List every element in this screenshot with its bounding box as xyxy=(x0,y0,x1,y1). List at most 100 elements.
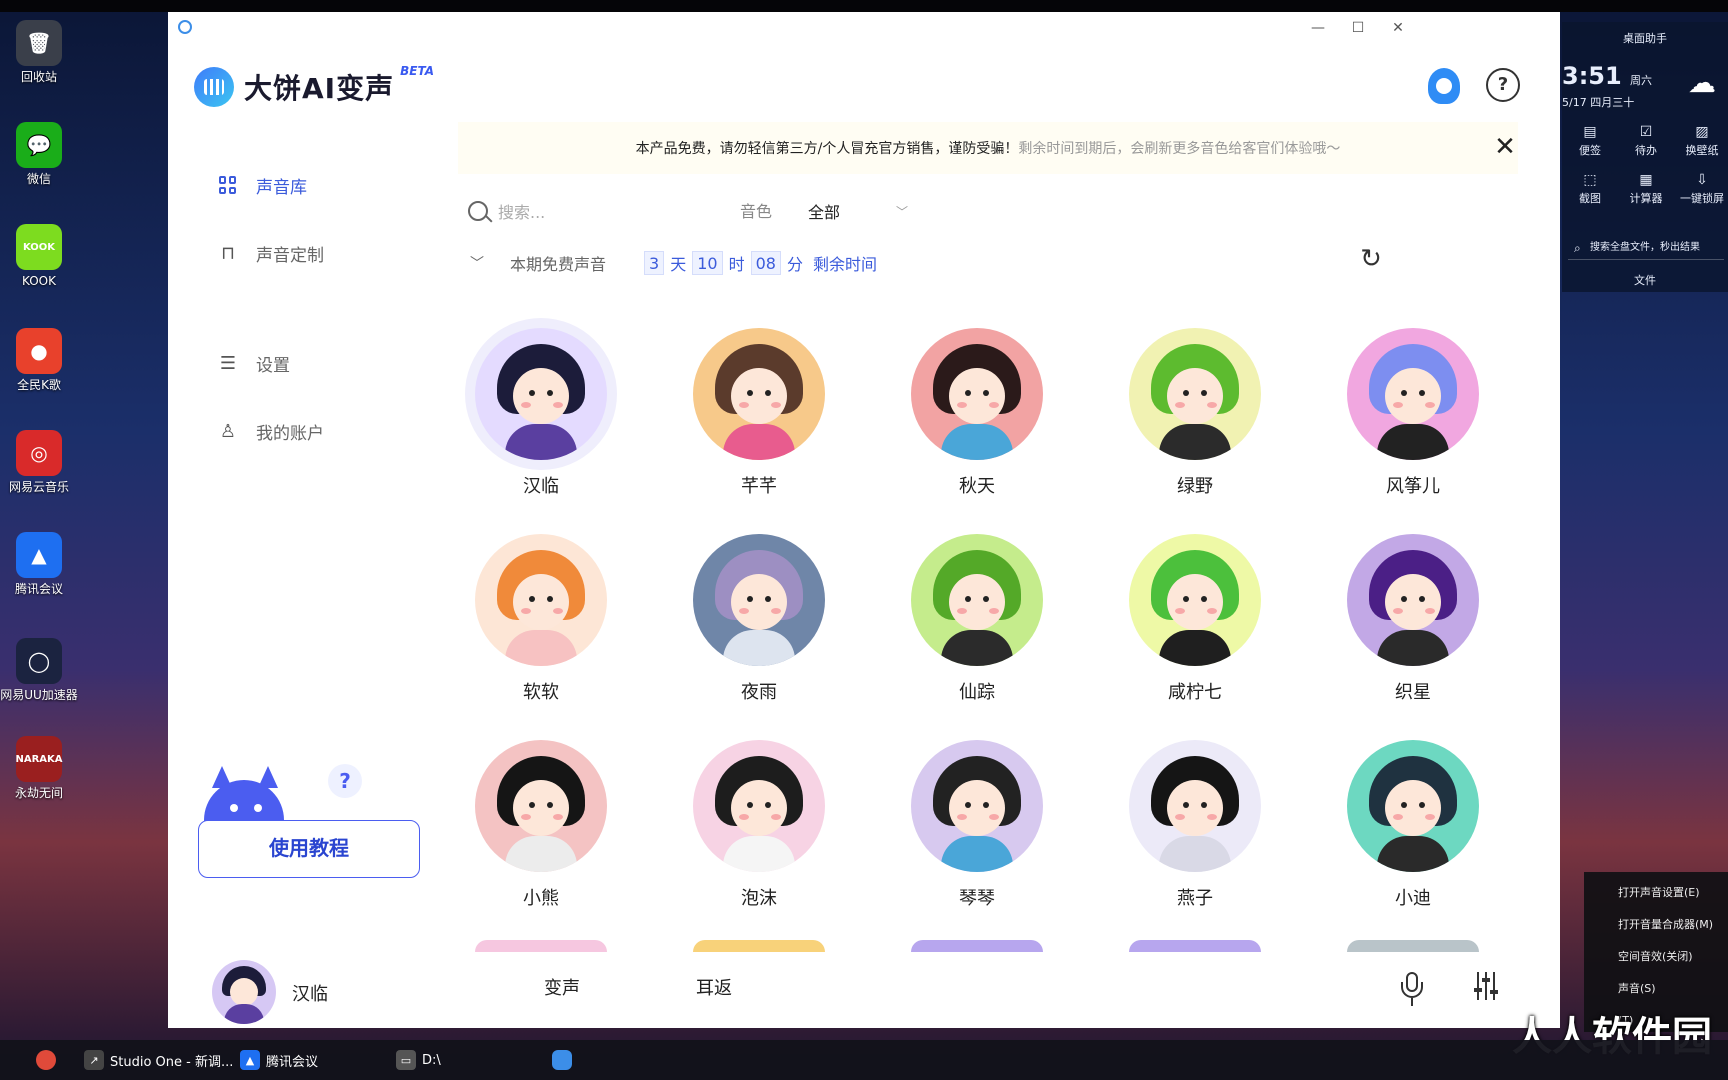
voice-card[interactable]: 风筝儿 xyxy=(1338,328,1488,498)
tone-value: 全部 xyxy=(808,203,841,222)
tutorial-button[interactable]: 使用教程 xyxy=(198,820,420,878)
taskbar-voice-app[interactable] xyxy=(552,1048,578,1072)
voice-avatar-partial[interactable] xyxy=(475,940,607,952)
widget-search-placeholder: 搜索全盘文件，秒出结果 xyxy=(1590,242,1700,253)
voice-card[interactable]: 夜雨 xyxy=(684,534,834,704)
tone-select[interactable]: 全部 ﹀ xyxy=(808,196,928,226)
widget-tool-note[interactable]: ▤ 便签 xyxy=(1562,124,1618,158)
voice-avatar-partial[interactable] xyxy=(911,940,1043,952)
countdown-day-unit: 天 xyxy=(670,255,687,274)
chrome-icon xyxy=(36,1050,56,1070)
taskbar-tencent-meeting[interactable]: ▲ 腾讯会议 xyxy=(240,1048,318,1072)
widget-tool-calculator[interactable]: ▦ 计算器 xyxy=(1618,172,1674,206)
voice-card[interactable]: 燕子 xyxy=(1120,740,1270,910)
todo-icon: ☑ xyxy=(1639,124,1653,140)
voice-avatar xyxy=(911,740,1043,872)
desktop-icon[interactable]: ▲ 腾讯会议 xyxy=(0,532,78,596)
search-placeholder: 搜索... xyxy=(498,203,546,222)
widget-tool-todo[interactable]: ☑ 待办 xyxy=(1618,124,1674,158)
voice-name: 小熊 xyxy=(523,888,559,909)
voice-avatar-partial[interactable] xyxy=(1347,940,1479,952)
voice-card[interactable]: 小迪 xyxy=(1338,740,1488,910)
refresh-icon[interactable]: ↻ xyxy=(1356,244,1386,274)
desktop-icon[interactable]: 🗑 回收站 xyxy=(0,20,78,84)
desktop-app-icon: ● xyxy=(16,328,62,374)
voice-card[interactable]: 小熊 xyxy=(466,740,616,910)
widget-tool-grid: ▤ 便签 ☑ 待办 ▨ 换壁纸 ⬚ 截图 ▦ 计算器 ⇩ 一键锁屏 xyxy=(1562,124,1728,206)
voice-name: 绿野 xyxy=(1177,476,1213,497)
context-menu-item[interactable]: 打开音量合成器(M) xyxy=(1584,914,1728,946)
voice-avatar xyxy=(693,534,825,666)
minimize-button[interactable]: — xyxy=(1298,16,1338,40)
sidebar-item-voice-library[interactable]: 声音库 xyxy=(218,170,307,200)
voice-card[interactable]: 泡沫 xyxy=(684,740,834,910)
tab-voice-change[interactable]: 变声 xyxy=(544,974,580,1000)
widget-tool-wallpaper[interactable]: ▨ 换壁纸 xyxy=(1674,124,1728,158)
desktop-icon[interactable]: NARAKA 永劫无间 xyxy=(0,736,78,800)
widget-file-label[interactable]: 文件 xyxy=(1562,272,1728,288)
voice-avatar xyxy=(475,740,607,872)
qq-icon[interactable] xyxy=(1428,68,1460,104)
voice-card[interactable]: 琴琴 xyxy=(902,740,1052,910)
context-menu-item[interactable]: 打开声音设置(E) xyxy=(1584,882,1728,914)
desktop-icon[interactable]: ● 全民K歌 xyxy=(0,328,78,392)
voice-card[interactable]: 汉临 xyxy=(466,328,616,498)
countdown-minute-unit: 分 xyxy=(786,255,803,274)
title-bar: — ☐ ✕ xyxy=(168,12,1560,42)
voice-avatar xyxy=(911,534,1043,666)
widget-search-input[interactable]: ⌕ 搜索全盘文件，秒出结果 xyxy=(1568,236,1724,260)
microphone-icon[interactable] xyxy=(1400,972,1424,1008)
tab-ear-return[interactable]: 耳返 xyxy=(696,974,732,1000)
voice-grid: 汉临 芊芊 秋天 绿野 风筝儿软软 夜雨 仙踪 咸柠七 织星小熊 泡沫 琴琴 燕子 小迪 xyxy=(458,312,1558,952)
sidebar-item-label: 我的账户 xyxy=(256,423,324,444)
voice-avatar-partial[interactable] xyxy=(1129,940,1261,952)
widget-tool-screenshot[interactable]: ⬚ 截图 xyxy=(1562,172,1618,206)
voice-avatar xyxy=(693,740,825,872)
notice-close-icon[interactable]: ✕ xyxy=(1492,134,1518,160)
voice-card[interactable]: 咸柠七 xyxy=(1120,534,1270,704)
voice-name: 芊芊 xyxy=(741,476,777,497)
notice-banner: 本产品免费，请勿轻信第三方/个人冒充官方销售，谨防受骗！ 剩余时间到期后，会刷新… xyxy=(458,122,1518,174)
countdown-remain-label: 剩余时间 xyxy=(812,255,877,274)
search-icon xyxy=(468,201,488,221)
sidebar-item-voice-custom[interactable]: ⊓ 声音定制 xyxy=(218,238,324,268)
sidebar-item-account[interactable]: ♙ 我的账户 xyxy=(218,416,324,446)
sidebar-item-label: 声音定制 xyxy=(256,245,324,266)
equalizer-icon[interactable] xyxy=(1474,972,1498,1002)
current-voice-avatar[interactable] xyxy=(212,960,276,1024)
collapse-chevron-icon[interactable]: ﹀ xyxy=(470,253,492,273)
voice-card[interactable]: 织星 xyxy=(1338,534,1488,704)
screenshot-icon: ⬚ xyxy=(1583,172,1597,188)
desktop-icon[interactable]: ◯ 网易UU加速器 xyxy=(0,638,78,702)
tencent-meeting-icon: ▲ xyxy=(240,1050,260,1070)
voice-card[interactable]: 绿野 xyxy=(1120,328,1270,498)
desktop-icon-label: 全民K歌 xyxy=(17,378,61,392)
studio-one-icon: ↗ xyxy=(84,1050,104,1070)
voice-card[interactable]: 秋天 xyxy=(902,328,1052,498)
lock-icon: ⇩ xyxy=(1696,172,1708,188)
context-menu-item[interactable]: 声音(S) xyxy=(1584,978,1728,1010)
widget-tool-label: 换壁纸 xyxy=(1685,144,1719,157)
voice-card[interactable]: 软软 xyxy=(466,534,616,704)
voice-card[interactable]: 仙踪 xyxy=(902,534,1052,704)
taskbar: ↗ Studio One - 新调... ▲ 腾讯会议 ▭ D:\ xyxy=(0,1040,1728,1080)
context-menu-item[interactable]: 空间音效(关闭) xyxy=(1584,946,1728,978)
voice-avatar-partial[interactable] xyxy=(693,940,825,952)
desktop-app-icon: ◯ xyxy=(16,638,62,684)
voice-card[interactable]: 芊芊 xyxy=(684,328,834,498)
desktop-icon[interactable]: KOOK KOOK xyxy=(0,224,78,288)
desktop-app-icon: 💬 xyxy=(16,122,62,168)
taskbar-studio-one[interactable]: ↗ Studio One - 新调... xyxy=(84,1048,233,1072)
desktop-icon[interactable]: ◎ 网易云音乐 xyxy=(0,430,78,494)
taskbar-folder[interactable]: ▭ D:\ xyxy=(396,1048,441,1072)
taskbar-chrome[interactable] xyxy=(36,1048,62,1072)
maximize-button[interactable]: ☐ xyxy=(1338,16,1378,40)
help-icon[interactable]: ? xyxy=(1486,68,1520,102)
desktop-icon[interactable]: 💬 微信 xyxy=(0,122,78,186)
voice-avatar xyxy=(1347,328,1479,460)
close-window-button[interactable]: ✕ xyxy=(1378,16,1418,40)
sidebar-item-settings[interactable]: ☰ 设置 xyxy=(218,348,290,378)
search-input[interactable]: 搜索... xyxy=(468,196,668,226)
voice-name: 琴琴 xyxy=(959,888,995,909)
widget-tool-lock[interactable]: ⇩ 一键锁屏 xyxy=(1674,172,1728,206)
